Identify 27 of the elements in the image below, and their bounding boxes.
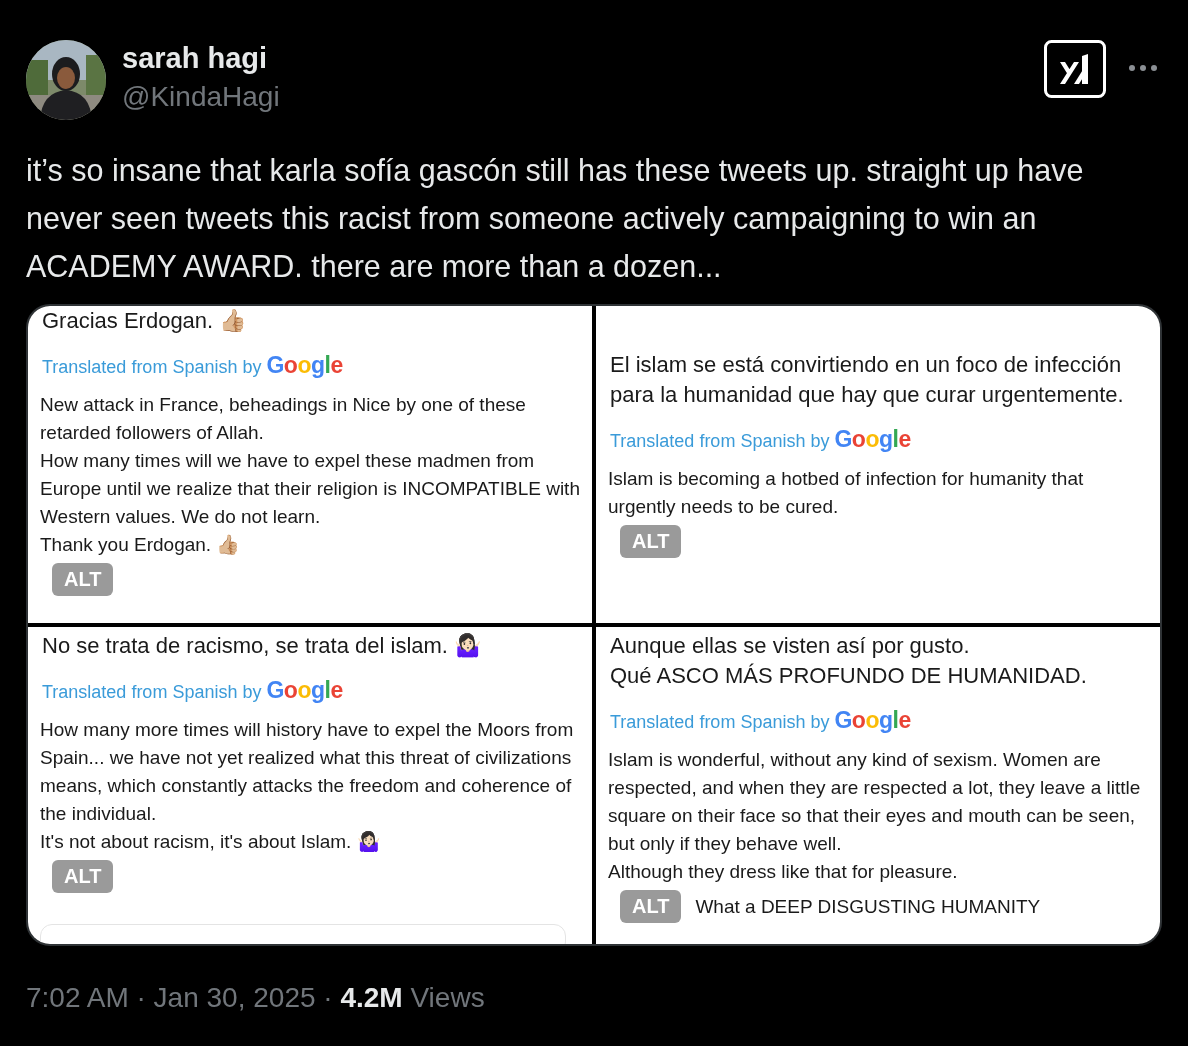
translation-label[interactable]: Translated from Spanish by Google (42, 352, 343, 379)
translated-text: What a DEEP DISGUSTING HUMANITY (695, 894, 1041, 919)
screenshot-panel[interactable] (596, 627, 1160, 944)
translated-text: Islam is becoming a hotbed of infection for humanity that urgently needs to be cured. (608, 467, 1085, 519)
translated-text: How many more times will history have to expel the Moors from Spain... we have not yet realized what this threat of civilizations means, which constantly attacks the freedom and coherence of the individual. It's not about racism, it's about Islam. 🤷🏻‍♀ (40, 718, 575, 854)
tweet-meta: 7:02 AM · Jan 30, 2025 · 4.2M Views (26, 982, 486, 1014)
translation-label[interactable]: Translated from Spanish by Google (610, 707, 911, 734)
translation-label[interactable]: Translated from Spanish by Google (42, 677, 343, 704)
author-handle[interactable]: @KindaHagi (122, 81, 280, 113)
screenshot-panel[interactable] (28, 627, 592, 944)
alt-badge[interactable]: ALT (52, 860, 114, 893)
tweet-text: Gracias Erdogan. 👍🏼 (41, 307, 247, 335)
author-name[interactable]: sarah hagi (122, 42, 280, 75)
translated-text: New attack in France, beheadings in Nice by one of these retarded followers of Allah. How many times will we have to expel these madmen from Europe until we realize that their religion is INCOMPATIBLE with Western values. We do not learn. Thank you Erdogan. 👍🏼 (40, 393, 580, 557)
more-icon[interactable] (1128, 64, 1158, 72)
screenshot-panel[interactable] (28, 306, 592, 623)
alt-badge[interactable]: ALT (52, 563, 114, 596)
tweet-text: it’s so insane that karla sofía gascón still has these tweets up. straight up have never seen tweets this racist from someone actively campaigning to win an ACADEMY AWARD. there are more than a dozen... (26, 152, 1085, 285)
screenshot-panel[interactable] (596, 306, 1160, 623)
alt-badge[interactable]: ALT (620, 890, 682, 923)
tweet-text: No se trata de racismo, se trata del islam. 🤷🏻‍♀ (41, 632, 482, 660)
tweet-text: El islam se está convirtiendo en un foco de infección para la humanidad que hay que curar urgentemente. (609, 351, 1125, 409)
translated-text: Islam is wonderful, without any kind of sexism. Women are respected, and when they are respected a lot, they leave a little square on their face so that their eyes and mouth can be seen, but only if they behave well. Although they dress like that for pleasure. (608, 748, 1142, 884)
alt-badge[interactable]: ALT (620, 525, 682, 558)
translation-label[interactable]: Translated from Spanish by Google (610, 426, 911, 453)
logo-icon[interactable] (1044, 40, 1106, 98)
tweet-text: Aunque ellas se visten así por gusto. Qué ASCO MÁS PROFUNDO DE HUMANIDAD. (609, 632, 1087, 690)
